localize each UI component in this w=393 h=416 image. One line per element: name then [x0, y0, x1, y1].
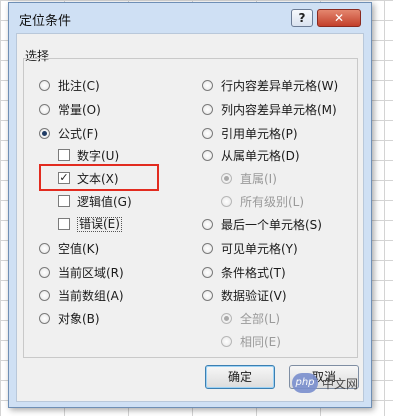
checkbox-logicals[interactable]: 逻辑值(G): [58, 193, 132, 209]
option-dependents[interactable]: 从属单元格(D): [202, 147, 300, 163]
dialog-title: 定位条件: [19, 14, 72, 29]
dialog-content: 选择 批注(C) 常量(O) 公式(F) 数字(U) ✓ 文本(X) 逻辑值(G…: [16, 33, 364, 402]
option-comments[interactable]: 批注(C): [39, 77, 100, 93]
option-label: 逻辑值(G): [77, 194, 132, 209]
radio-icon[interactable]: [202, 289, 213, 301]
radio-icon[interactable]: [39, 79, 50, 91]
radio-icon[interactable]: [221, 335, 232, 347]
radio-icon[interactable]: [39, 289, 50, 301]
option-formulas[interactable]: 公式(F): [39, 125, 98, 141]
dialog-titlebar[interactable]: 定位条件 ? ✕: [9, 3, 371, 33]
radio-icon[interactable]: [202, 149, 213, 161]
option-label: 公式(F): [58, 126, 99, 141]
option-objects[interactable]: 对象(B): [39, 310, 100, 326]
radio-icon[interactable]: [202, 127, 213, 139]
option-label: 最后一个单元格(S): [221, 217, 322, 232]
option-blanks[interactable]: 空值(K): [39, 240, 99, 256]
option-label: 当前数组(A): [58, 288, 124, 303]
option-label: 错误(E): [77, 216, 122, 232]
option-last-cell[interactable]: 最后一个单元格(S): [202, 216, 322, 232]
option-direct-only[interactable]: 直属(I): [221, 170, 277, 186]
checkbox-icon[interactable]: [58, 149, 70, 161]
radio-icon[interactable]: [39, 242, 50, 254]
option-label: 行内容差异单元格(W): [221, 78, 339, 93]
option-label: 当前区域(R): [58, 265, 124, 280]
watermark-text: 中文网: [322, 376, 359, 391]
option-validation-all[interactable]: 全部(L): [221, 310, 280, 326]
checkbox-icon[interactable]: [58, 195, 70, 207]
option-data-validation[interactable]: 数据验证(V): [202, 287, 287, 303]
radio-icon[interactable]: [39, 266, 50, 278]
ok-button[interactable]: 确定: [205, 365, 275, 389]
option-label: 从属单元格(D): [221, 148, 300, 163]
checkbox-numbers[interactable]: 数字(U): [58, 147, 119, 163]
option-label: 对象(B): [58, 311, 100, 326]
option-label: 可见单元格(Y): [221, 241, 298, 256]
checkbox-errors[interactable]: 错误(E): [58, 216, 122, 232]
option-label: 数字(U): [77, 148, 120, 163]
option-row-differences[interactable]: 行内容差异单元格(W): [202, 77, 338, 93]
option-precedents[interactable]: 引用单元格(P): [202, 125, 298, 141]
radio-icon[interactable]: [39, 312, 50, 324]
radio-selected-icon[interactable]: [221, 312, 232, 324]
radio-selected-icon[interactable]: [221, 172, 232, 184]
option-validation-same[interactable]: 相同(E): [221, 333, 281, 349]
option-constants[interactable]: 常量(O): [39, 101, 101, 117]
option-column-differences[interactable]: 列内容差异单元格(M): [202, 101, 337, 117]
php-logo-icon: php: [292, 373, 318, 393]
radio-icon[interactable]: [202, 79, 213, 91]
option-label: 全部(L): [240, 311, 281, 326]
option-visible-cells[interactable]: 可见单元格(Y): [202, 240, 298, 256]
option-label: 相同(E): [240, 334, 281, 349]
option-label: 直属(I): [240, 171, 277, 186]
radio-selected-icon[interactable]: [39, 127, 50, 139]
help-button[interactable]: ?: [291, 9, 313, 27]
highlight-annotation-box: [39, 164, 159, 191]
radio-icon[interactable]: [202, 266, 213, 278]
option-label: 条件格式(T): [221, 265, 286, 280]
watermark: php 中文网: [292, 371, 372, 395]
option-current-array[interactable]: 当前数组(A): [39, 287, 124, 303]
option-label: 批注(C): [58, 78, 100, 93]
option-current-region[interactable]: 当前区域(R): [39, 264, 124, 280]
option-label: 引用单元格(P): [221, 126, 298, 141]
option-conditional-formats[interactable]: 条件格式(T): [202, 264, 286, 280]
checkbox-icon[interactable]: [58, 218, 70, 230]
radio-icon[interactable]: [202, 242, 213, 254]
radio-icon[interactable]: [202, 103, 213, 115]
option-label: 常量(O): [58, 102, 101, 117]
radio-icon[interactable]: [202, 218, 213, 230]
option-all-levels[interactable]: 所有级别(L): [221, 193, 304, 209]
radio-icon[interactable]: [221, 195, 232, 207]
option-label: 列内容差异单元格(M): [221, 102, 337, 117]
radio-icon[interactable]: [39, 103, 50, 115]
close-button[interactable]: ✕: [317, 9, 361, 27]
option-label: 数据验证(V): [221, 288, 287, 303]
option-label: 空值(K): [58, 241, 100, 256]
option-label: 所有级别(L): [240, 194, 305, 209]
go-to-special-dialog: 定位条件 ? ✕ 选择 批注(C) 常量(O) 公式(F) 数字(U) ✓ 文本…: [8, 2, 372, 408]
